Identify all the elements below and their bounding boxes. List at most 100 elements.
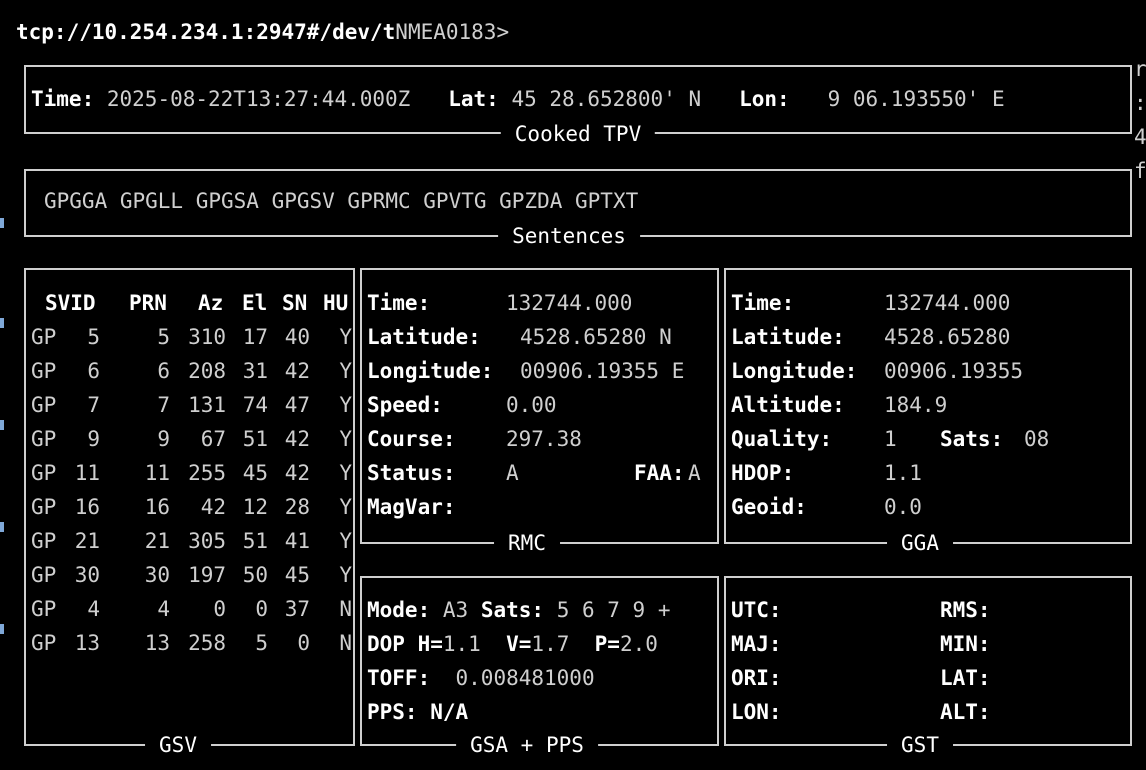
rmc-speed-label: Speed:	[367, 393, 443, 417]
gsv-cell-elevation: 17	[242, 325, 268, 349]
header-line: tcp://10.254.234.1:2947#/dev/tNMEA0183>	[16, 19, 509, 45]
gsv-cell-constellation: GP	[31, 597, 57, 621]
gga-hdop-value: 1.1	[884, 461, 922, 485]
gga-geoid-label: Geoid:	[731, 495, 807, 519]
gsv-cell-prn: 5	[157, 325, 170, 349]
gutter-mark	[0, 522, 4, 532]
gst-maj-label: MAJ:	[731, 632, 782, 656]
gsv-cell-prn: 9	[157, 427, 170, 451]
gsv-cell-constellation: GP	[31, 359, 57, 383]
gsv-cell-azimuth: 42	[200, 495, 226, 519]
gsv-cell-constellation: GP	[31, 529, 57, 553]
gsv-cell-azimuth: 258	[188, 631, 226, 655]
gga-quality-value: 1	[884, 427, 897, 451]
gsv-cell-snr: 47	[284, 393, 310, 417]
gga-lat-label: Latitude:	[731, 325, 845, 349]
gsa-v-label: V=	[506, 632, 532, 656]
rmc-lon-label: Longitude:	[367, 359, 494, 383]
gsv-cell-elevation: 74	[242, 393, 268, 417]
gga-quality-label: Quality:	[731, 427, 833, 451]
gga-sats-label: Sats:	[940, 427, 1004, 451]
gsv-cell-snr: 28	[284, 495, 310, 519]
gsv-cell-elevation: 31	[242, 359, 268, 383]
gsv-cell-constellation: GP	[31, 563, 57, 587]
gga-lon-label: Longitude:	[731, 359, 858, 383]
gsa-pps-value: N/A	[430, 700, 469, 724]
gsv-cell-used: Y	[339, 325, 352, 349]
rmc-speed-value: 0.00	[506, 393, 557, 417]
edge-glyph: 4	[1134, 125, 1146, 149]
gsv-cell-azimuth: 310	[188, 325, 226, 349]
gsa-mode-line: Mode: A3 Sats: 5 6 7 9 +	[367, 597, 671, 623]
gsv-cell-elevation: 51	[242, 427, 268, 451]
gsv-cell-constellation: GP	[31, 495, 57, 519]
gsv-cell-snr: 42	[284, 427, 310, 451]
gsv-cell-snr: 42	[284, 359, 310, 383]
nmea-prompt: NMEA0183>	[395, 20, 510, 44]
gsv-cell-elevation: 0	[255, 597, 268, 621]
rmc-faa-value: A	[688, 461, 701, 485]
rmc-faa-label: FAA:	[634, 461, 685, 485]
gsa-pps-line: PPS: N/A	[367, 699, 468, 725]
gsv-cell-azimuth: 0	[213, 597, 226, 621]
gsa-h-value: 1.1	[442, 632, 481, 656]
gsv-cell-snr: 40	[284, 325, 310, 349]
gsv-cell-elevation: 50	[242, 563, 268, 587]
gsv-col-el: El	[242, 291, 268, 315]
tpv-time-value: 2025-08-22T13:27:44.000Z	[106, 87, 411, 111]
gsv-col-az: Az	[198, 291, 224, 315]
gsa-pps-label: PPS:	[367, 700, 418, 724]
gsv-cell-azimuth: 305	[188, 529, 226, 553]
gst-ori-label: ORI:	[731, 666, 782, 690]
rmc-lat-value: 4528.65280 N	[520, 325, 672, 349]
rmc-title: RMC	[494, 531, 560, 555]
gsa-v-value: 1.7	[531, 632, 570, 656]
tpv-title: Cooked TPV	[500, 122, 656, 146]
gsv-cell-azimuth: 208	[188, 359, 226, 383]
gst-panel	[724, 576, 1132, 746]
gsv-title: GSV	[145, 733, 211, 757]
gsa-toff-line: TOFF: 0.008481000	[367, 665, 595, 691]
gsa-mode-label: Mode:	[367, 598, 431, 622]
tpv-lat-label: Lat:	[448, 87, 499, 111]
gsv-cell-used: N	[339, 597, 352, 621]
gsv-cell-prn: 11	[144, 461, 170, 485]
gutter-mark	[0, 318, 4, 328]
gga-alt-value: 184.9	[884, 393, 948, 417]
device-source: tcp://10.254.234.1:2947#/dev/t	[16, 20, 396, 44]
gsv-cell-elevation: 51	[242, 529, 268, 553]
gpsmon-terminal[interactable]: tcp://10.254.234.1:2947#/dev/tNMEA0183> …	[0, 0, 1146, 770]
gst-utc-label: UTC:	[731, 598, 782, 622]
rmc-status-label: Status:	[367, 461, 456, 485]
edge-glyph: r	[1134, 57, 1146, 81]
gsv-cell-used: Y	[339, 359, 352, 383]
gsv-cell-used: Y	[339, 393, 352, 417]
gsv-cell-constellation: GP	[31, 325, 57, 349]
gsa-dop-line: DOP H=1.1 V=1.7 P=2.0	[367, 631, 658, 657]
gga-title: GGA	[887, 531, 953, 555]
gsa-sats-value: 5 6 7 9 +	[556, 598, 671, 622]
gsv-cell-azimuth: 255	[188, 461, 226, 485]
gsv-cell-snr: 0	[297, 631, 310, 655]
rmc-lon-value: 00906.19355 E	[520, 359, 685, 383]
rmc-course-value: 297.38	[506, 427, 582, 451]
gst-min-label: MIN:	[940, 632, 991, 656]
gsv-cell-snr: 45	[284, 563, 310, 587]
tpv-lon-value: 9 06.193550' E	[827, 87, 1005, 111]
gsv-cell-constellation: GP	[31, 461, 57, 485]
gsa-toff-label: TOFF:	[367, 666, 431, 690]
rmc-magvar-label: MagVar:	[367, 495, 456, 519]
gst-lat-label: LAT:	[940, 666, 991, 690]
gga-geoid-value: 0.0	[884, 495, 922, 519]
gsv-cell-svid: 30	[74, 563, 100, 587]
gsa-title: GSA + PPS	[456, 733, 598, 757]
gga-sats-value: 08	[1024, 427, 1050, 451]
sentences-title: Sentences	[498, 224, 640, 248]
gsa-toff-value: 0.008481000	[455, 666, 595, 690]
sentences-list: GPGGA GPGLL GPGSA GPGSV GPRMC GPVTG GPZD…	[44, 189, 639, 213]
gsv-cell-elevation: 5	[255, 631, 268, 655]
gga-lat-value: 4528.65280	[884, 325, 1011, 349]
gga-time-label: Time:	[731, 291, 795, 315]
edge-glyph: :	[1134, 91, 1146, 115]
gsv-cell-used: Y	[339, 563, 352, 587]
